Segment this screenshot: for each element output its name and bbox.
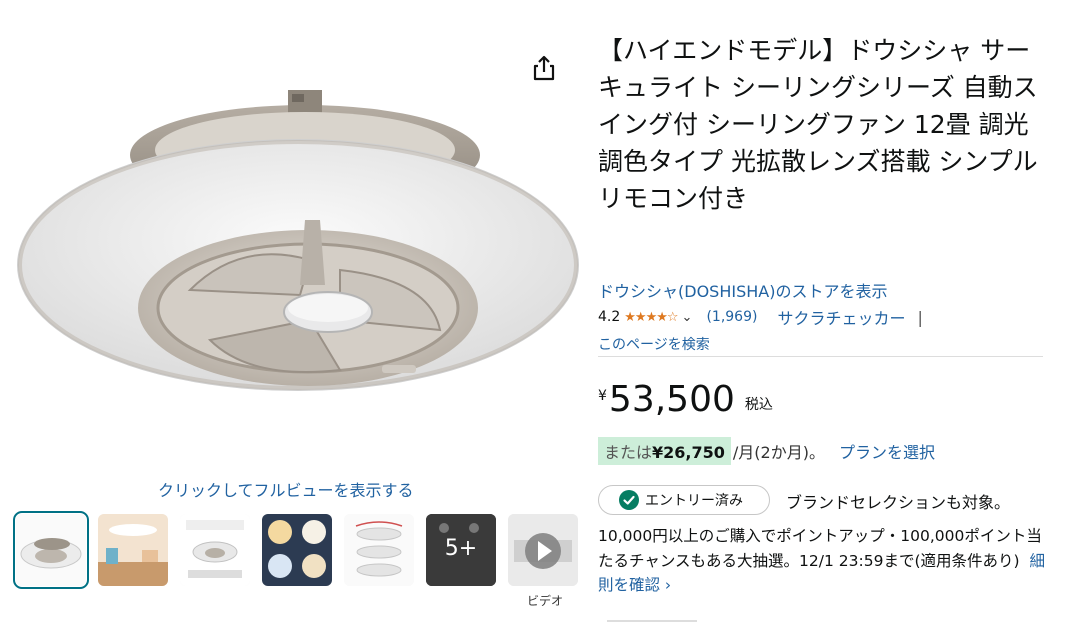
installment-prefix: または <box>604 443 653 462</box>
check-circle-icon <box>619 490 639 510</box>
store-link[interactable]: ドウシシャ(DOSHISHA)のストアを表示 <box>598 278 887 302</box>
price-value: 53,500 <box>608 379 735 420</box>
star-empty-icon: ☆ <box>666 310 679 325</box>
star-icon: ★ <box>624 310 636 325</box>
rating-value: 4.2 <box>598 309 621 325</box>
divider <box>598 356 1043 357</box>
separator: | <box>917 307 923 327</box>
select-plan-link[interactable]: プランを選択 <box>839 439 935 463</box>
installment-amount: ¥26,750 <box>652 443 725 462</box>
product-title: 【ハイエンドモデル】ドウシシャ サーキュライト シーリングシリーズ 自動スイング… <box>598 36 1038 213</box>
thumbnail-3[interactable] <box>180 514 250 586</box>
sakura-checker-link[interactable]: サクラチェッカー <box>777 305 905 329</box>
thumbnail-4[interactable] <box>262 514 332 586</box>
price-currency: ¥ <box>598 388 607 404</box>
installment-chip: または¥26,750 <box>598 437 731 465</box>
star-icon: ★ <box>645 310 658 325</box>
thumbnail-5[interactable] <box>344 514 414 586</box>
campaign-text: 10,000円以上のご購入でポイントアップ・100,000ポイント当たるチャンス… <box>598 524 1048 598</box>
video-label: ビデオ <box>527 594 564 608</box>
fullview-link[interactable]: クリックしてフルビューを表示する <box>158 477 414 501</box>
entry-badge[interactable]: エントリー済み <box>598 485 770 515</box>
more-images-count: 5+ <box>444 536 478 561</box>
rating-count-link[interactable]: (1,969) <box>706 309 757 325</box>
chevron-down-icon[interactable]: ⌄ <box>682 310 693 325</box>
star-icon: ★ <box>634 310 647 325</box>
share-icon[interactable] <box>530 54 558 82</box>
price-row: ¥ 53,500 税込 <box>598 380 773 420</box>
entry-badge-label: エントリー済み <box>645 493 743 509</box>
thumbnail-more[interactable]: 5+ <box>426 514 496 586</box>
rating-row: 4.2 ★★★★☆ ⌄ (1,969) サクラチェッカー | <box>598 305 923 329</box>
brand-selection-text: ブランドセレクションも対象。 <box>786 493 1011 512</box>
rating-stars[interactable]: ★★★★☆ <box>624 309 679 325</box>
thumbnail-2[interactable] <box>98 514 168 586</box>
search-page-link[interactable]: このページを検索 <box>598 334 710 354</box>
campaign-body: 10,000円以上のご購入でポイントアップ・100,000ポイント当たるチャンス… <box>598 527 1042 570</box>
star-icon: ★ <box>656 310 668 325</box>
thumbnail-1[interactable] <box>13 511 89 589</box>
installment-row: または¥26,750 /月(2か月)。 プランを選択 <box>598 437 935 465</box>
main-product-image[interactable] <box>10 80 580 440</box>
video-thumbnail[interactable] <box>508 514 578 586</box>
tax-label: 税込 <box>744 397 773 413</box>
installment-suffix: /月(2か月)。 <box>732 443 825 462</box>
